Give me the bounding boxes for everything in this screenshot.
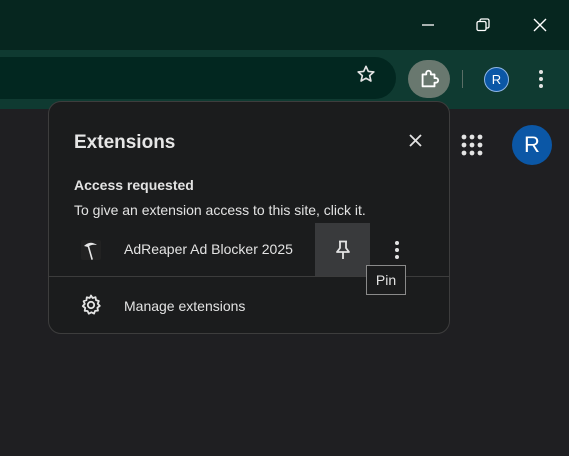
toolbar-separator (462, 70, 463, 88)
gear-icon (79, 293, 103, 317)
manage-extensions-label: Manage extensions (124, 298, 246, 314)
profile-avatar-button[interactable]: R (484, 67, 509, 92)
pin-tooltip: Pin (366, 265, 406, 295)
minimize-icon (422, 24, 434, 26)
apps-grid-icon (461, 134, 483, 156)
restore-icon (476, 18, 490, 32)
popup-close-button[interactable] (403, 128, 427, 152)
section-description: To give an extension access to this site… (74, 202, 366, 218)
close-icon (408, 133, 422, 147)
close-window-button[interactable] (512, 0, 568, 50)
extensions-button[interactable] (408, 60, 450, 98)
title-bar (0, 0, 569, 50)
pin-button[interactable] (315, 223, 370, 277)
extensions-popup: Extensions Access requested To give an e… (48, 101, 450, 334)
kebab-icon (395, 241, 399, 259)
extension-more-button[interactable] (385, 236, 409, 264)
address-bar[interactable] (0, 57, 396, 99)
apps-grid-button[interactable] (460, 133, 484, 157)
puzzle-icon (421, 69, 440, 88)
extension-name: AdReaper Ad Blocker 2025 (124, 241, 293, 257)
star-icon (357, 65, 375, 82)
close-icon (533, 18, 547, 32)
scythe-icon (79, 238, 103, 262)
popup-title: Extensions (74, 132, 176, 153)
kebab-icon (539, 70, 543, 88)
pin-icon (335, 240, 350, 259)
browser-menu-button[interactable] (528, 65, 554, 93)
restore-button[interactable] (455, 0, 511, 50)
minimize-button[interactable] (400, 0, 456, 50)
section-heading: Access requested (74, 177, 194, 193)
bookmark-button[interactable] (352, 60, 380, 88)
page-profile-avatar[interactable]: R (512, 125, 552, 165)
